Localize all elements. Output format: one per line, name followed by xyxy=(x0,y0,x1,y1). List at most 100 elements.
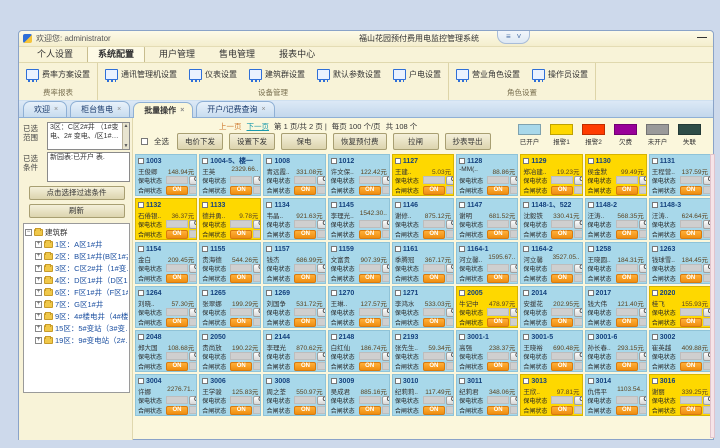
menu-item-vending[interactable]: 售电管理 xyxy=(209,46,265,62)
tree-item[interactable]: + 9区：4#楼电井（4#楼… xyxy=(35,311,128,322)
supply-off-button[interactable]: OFF xyxy=(253,308,261,317)
toolbar-button[interactable]: 恢复预付费 xyxy=(333,133,387,150)
supply-off-button[interactable]: OFF xyxy=(639,264,647,273)
meter-checkbox[interactable] xyxy=(523,378,529,384)
switch-on-button[interactable]: ON xyxy=(359,318,381,327)
meter-checkbox[interactable] xyxy=(395,378,401,384)
switch-on-button[interactable]: ON xyxy=(487,362,509,371)
scroll-up-icon[interactable]: ▲ xyxy=(124,123,129,129)
switch-on-button[interactable]: ON xyxy=(294,230,316,239)
supply-off-button[interactable]: OFF xyxy=(639,396,647,405)
switch-on-button[interactable]: ON xyxy=(230,186,252,195)
building-group-settings-button[interactable]: 建筑群设置 xyxy=(246,67,308,82)
expand-icon[interactable]: + xyxy=(35,253,42,260)
supply-off-button[interactable]: OFF xyxy=(510,352,518,361)
meter-checkbox[interactable] xyxy=(523,334,529,340)
meter-checkbox[interactable] xyxy=(395,158,401,164)
supply-off-button[interactable]: OFF xyxy=(446,176,454,185)
toolbar-button[interactable]: 抄表导出 xyxy=(445,133,491,150)
switch-on-button[interactable]: ON xyxy=(294,362,316,371)
toolbar-button[interactable]: 拉闸 xyxy=(393,133,439,150)
toolbar-button[interactable]: 电价下发 xyxy=(177,133,223,150)
supply-off-button[interactable]: OFF xyxy=(317,220,325,229)
meter-checkbox[interactable] xyxy=(331,202,337,208)
meter-checkbox[interactable] xyxy=(523,290,529,296)
tab-counter-vending[interactable]: 柜台售电 × xyxy=(70,101,130,117)
switch-on-button[interactable]: ON xyxy=(230,406,252,415)
supply-off-button[interactable]: OFF xyxy=(574,308,582,317)
operator-settings-button[interactable]: 操作员设置 xyxy=(529,67,591,82)
meter-checkbox[interactable] xyxy=(652,202,658,208)
expand-icon[interactable]: + xyxy=(35,289,42,296)
switch-on-button[interactable]: ON xyxy=(423,362,445,371)
meter-checkbox[interactable] xyxy=(138,290,144,296)
meter-checkbox[interactable] xyxy=(523,202,529,208)
supply-off-button[interactable]: OFF xyxy=(382,308,390,317)
menu-item-reports[interactable]: 报表中心 xyxy=(269,46,325,62)
meter-checkbox[interactable] xyxy=(266,202,272,208)
supply-off-button[interactable]: OFF xyxy=(574,176,582,185)
supply-off-button[interactable]: OFF xyxy=(446,264,454,273)
expand-icon[interactable]: + xyxy=(35,265,42,272)
switch-on-button[interactable]: ON xyxy=(294,318,316,327)
switch-on-button[interactable]: ON xyxy=(230,318,252,327)
selected-range-listbox[interactable]: 3区：C区2#井 （1#变电、2# 变电、/区1#… ▲ ▼ xyxy=(47,122,130,150)
tree-item[interactable]: + 19区：9#变电站（2#… xyxy=(35,335,128,346)
expand-icon[interactable]: + xyxy=(35,301,42,308)
tab-welcome[interactable]: 欢迎 × xyxy=(23,101,67,117)
switch-on-button[interactable]: ON xyxy=(166,274,188,283)
switch-on-button[interactable]: ON xyxy=(166,186,188,195)
supply-off-button[interactable]: OFF xyxy=(639,308,647,317)
supply-off-button[interactable]: OFF xyxy=(253,176,261,185)
expand-icon[interactable]: + xyxy=(35,241,42,248)
meter-checkbox[interactable] xyxy=(459,246,465,252)
switch-on-button[interactable]: ON xyxy=(551,406,573,415)
supply-off-button[interactable]: OFF xyxy=(574,396,582,405)
close-icon[interactable]: × xyxy=(117,106,121,113)
default-params-settings-button[interactable]: 默认参数设置 xyxy=(314,67,384,82)
supply-off-button[interactable]: OFF xyxy=(446,352,454,361)
vertical-scrollbar[interactable] xyxy=(710,154,715,438)
meter-checkbox[interactable] xyxy=(588,378,594,384)
meter-checkbox[interactable] xyxy=(523,158,529,164)
switch-on-button[interactable]: ON xyxy=(359,274,381,283)
supply-off-button[interactable]: OFF xyxy=(382,220,390,229)
switch-on-button[interactable]: ON xyxy=(294,406,316,415)
supply-off-button[interactable]: OFF xyxy=(317,264,325,273)
supply-off-button[interactable]: OFF xyxy=(639,176,647,185)
supply-off-button[interactable]: OFF xyxy=(253,352,261,361)
supply-off-button[interactable]: OFF xyxy=(253,220,261,229)
switch-on-button[interactable]: ON xyxy=(166,362,188,371)
supply-off-button[interactable]: OFF xyxy=(189,308,197,317)
switch-on-button[interactable]: ON xyxy=(616,186,638,195)
switch-on-button[interactable]: ON xyxy=(294,186,316,195)
supply-off-button[interactable]: OFF xyxy=(574,352,582,361)
tree-item[interactable]: + 1区：A区1#井 xyxy=(35,239,128,250)
switch-on-button[interactable]: ON xyxy=(616,274,638,283)
switch-on-button[interactable]: ON xyxy=(487,318,509,327)
switch-on-button[interactable]: ON xyxy=(680,274,702,283)
switch-on-button[interactable]: ON xyxy=(359,230,381,239)
switch-on-button[interactable]: ON xyxy=(680,230,702,239)
supply-off-button[interactable]: OFF xyxy=(382,176,390,185)
switch-on-button[interactable]: ON xyxy=(423,318,445,327)
close-icon[interactable]: × xyxy=(54,106,58,113)
meter-checkbox[interactable] xyxy=(202,202,208,208)
supply-off-button[interactable]: OFF xyxy=(189,176,197,185)
meter-checkbox[interactable] xyxy=(138,202,144,208)
tree-item[interactable]: + 4区：D区1#井（D区1… xyxy=(35,275,128,286)
supply-off-button[interactable]: OFF xyxy=(639,220,647,229)
supply-off-button[interactable]: OFF xyxy=(317,308,325,317)
switch-on-button[interactable]: ON xyxy=(551,274,573,283)
supply-off-button[interactable]: OFF xyxy=(639,352,647,361)
meter-checkbox[interactable] xyxy=(266,378,272,384)
meter-checkbox[interactable] xyxy=(202,290,208,296)
switch-on-button[interactable]: ON xyxy=(423,406,445,415)
switch-on-button[interactable]: ON xyxy=(487,230,509,239)
menu-item-user-mgmt[interactable]: 用户管理 xyxy=(149,46,205,62)
switch-on-button[interactable]: ON xyxy=(359,186,381,195)
meter-checkbox[interactable] xyxy=(395,246,401,252)
meter-checkbox[interactable] xyxy=(395,290,401,296)
supply-off-button[interactable]: OFF xyxy=(317,396,325,405)
meter-checkbox[interactable] xyxy=(138,378,144,384)
